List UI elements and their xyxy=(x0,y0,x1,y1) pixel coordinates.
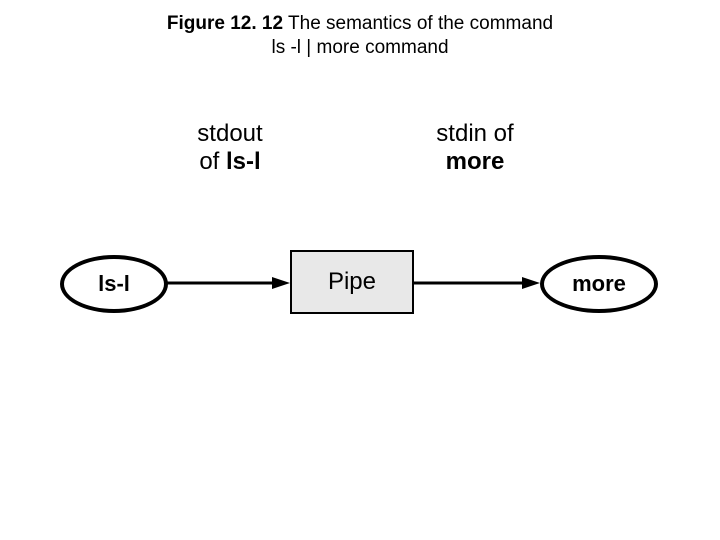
pipe-diagram: stdout of ls-l stdin of more ls-l Pipe m… xyxy=(0,120,720,380)
stdout-ls-bold: ls-l xyxy=(226,148,261,175)
stdin-more-bold: more xyxy=(395,148,555,176)
node-ls-text: ls-l xyxy=(98,271,130,297)
node-pipe-rect: Pipe xyxy=(290,250,414,314)
stdin-label-line1: stdin of xyxy=(395,120,555,148)
arrow-pipe-to-more xyxy=(412,275,540,295)
figure-label: Figure 12. 12 xyxy=(167,13,283,34)
figure-title-line2: ls -l | more command xyxy=(271,37,448,58)
node-ls-ellipse: ls-l xyxy=(60,255,168,313)
figure-caption: Figure 12. 12 The semantics of the comma… xyxy=(0,12,720,60)
stdout-label: stdout of ls-l xyxy=(150,120,310,176)
stdout-label-line2: of ls-l xyxy=(150,148,310,176)
stdout-of-text: of xyxy=(199,148,226,175)
stdin-label: stdin of more xyxy=(395,120,555,176)
node-pipe-text: Pipe xyxy=(328,268,376,296)
arrow-ls-to-pipe xyxy=(164,275,290,295)
figure-title-line1-text: The semantics of the command xyxy=(288,13,553,34)
node-more-ellipse: more xyxy=(540,255,658,313)
stdout-label-line1: stdout xyxy=(150,120,310,148)
node-more-text: more xyxy=(572,271,626,297)
